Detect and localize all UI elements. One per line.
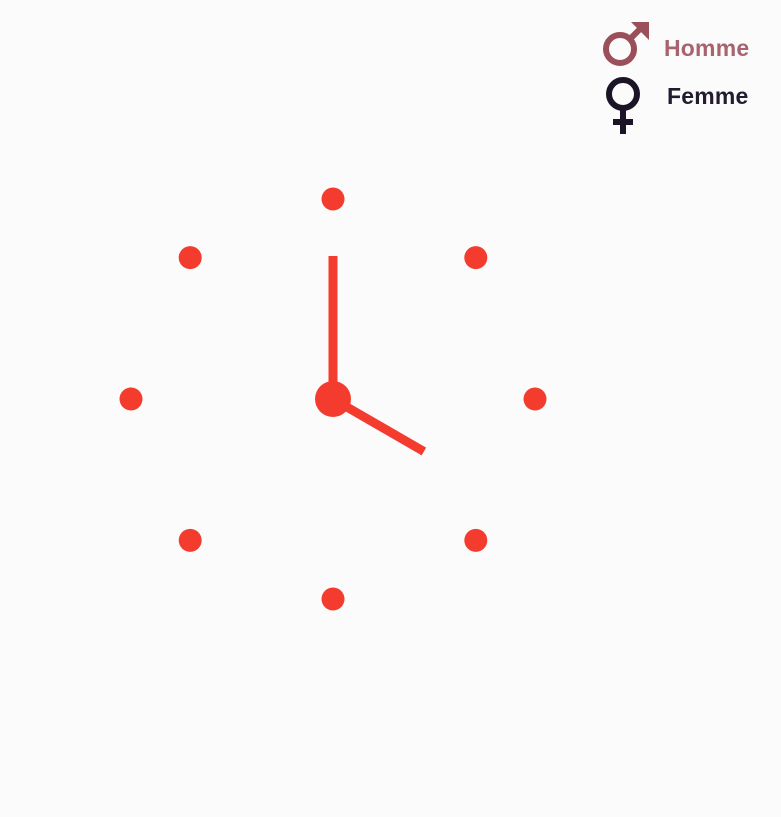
hour-marker bbox=[119, 387, 143, 411]
analog-clock bbox=[119, 187, 547, 611]
hour-marker bbox=[321, 587, 345, 611]
clock-screen: Homme Femme bbox=[0, 0, 781, 817]
hour-marker bbox=[178, 246, 202, 270]
hour-marker bbox=[178, 528, 202, 552]
hour-marker bbox=[321, 187, 345, 211]
clock-center-pin bbox=[315, 381, 351, 417]
hour-marker bbox=[523, 387, 547, 411]
hour-marker bbox=[464, 246, 488, 270]
hour-marker bbox=[464, 528, 488, 552]
